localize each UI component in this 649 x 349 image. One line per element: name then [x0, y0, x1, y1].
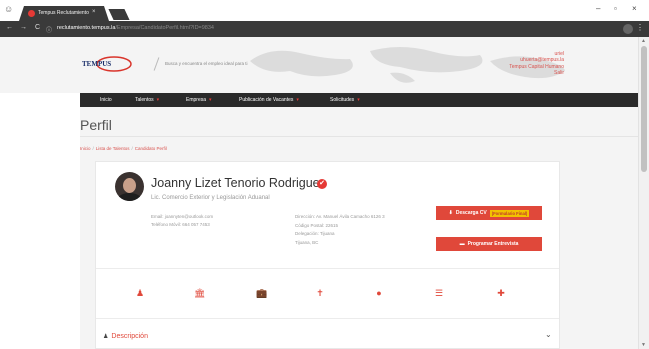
- schedule-interview-label: Programar Entrevista: [467, 241, 519, 247]
- reload-icon[interactable]: C: [35, 24, 40, 31]
- candidate-postal-code: Código Postal: 22615: [295, 222, 339, 228]
- site-info-icon[interactable]: ⓘ: [46, 25, 52, 34]
- main-nav: Inicio Talentos ▾ Empresa ▾ Publicación de…: [80, 93, 638, 107]
- scroll-up-icon[interactable]: ▲: [641, 38, 646, 44]
- download-icon: ⬇: [448, 210, 453, 216]
- nav-item-talentos[interactable]: Talentos ▾: [135, 97, 159, 103]
- page-title: Perfil: [80, 117, 112, 133]
- list-icon[interactable]: ☰: [434, 288, 444, 298]
- chevron-down-icon[interactable]: ⌄: [545, 330, 552, 339]
- download-cv-badge: (Formulario Final): [489, 209, 530, 217]
- scrollbar-thumb[interactable]: [641, 46, 647, 172]
- chevron-down-icon: ▾: [156, 97, 160, 103]
- url-field[interactable]: reclutamiento.tempus.la/Empresa/Candidat…: [57, 25, 214, 31]
- restore-button[interactable]: ▫: [614, 4, 617, 13]
- globe-icon[interactable]: ●: [374, 288, 384, 298]
- divider: [96, 268, 559, 269]
- person-icon: ♟: [103, 334, 109, 340]
- extension-icon[interactable]: [623, 24, 633, 34]
- nav-item-label: Solicitudes: [330, 97, 355, 103]
- browser-profile-icon[interactable]: ☺: [4, 5, 13, 14]
- breadcrumb-inicio[interactable]: Inicio: [80, 146, 91, 151]
- chevron-down-icon: ▾: [357, 97, 360, 103]
- briefcase-icon[interactable]: 💼: [256, 288, 267, 298]
- user-info: uriel uhuerta@tempus.la Tempus Capital H…: [509, 51, 564, 77]
- candidate-degree: Lic. Comercio Exterior y Legislación Adu…: [151, 195, 270, 201]
- url-path: /Empresa/CandidatoPerfil.html?ID=9834: [115, 25, 214, 31]
- breadcrumb-separator: /: [92, 146, 94, 151]
- nav-item-publicacion-vacantes[interactable]: Publicación de Vacantes ▾: [239, 97, 299, 103]
- divider: [80, 136, 638, 137]
- header-tagline: Busca y encuentra el empleo ideal para t…: [165, 61, 248, 66]
- calendar-icon: ▬: [459, 241, 465, 247]
- avatar: [115, 172, 144, 201]
- schedule-interview-button[interactable]: ▬ Programar Entrevista: [436, 237, 542, 251]
- nav-item-label: Talentos: [135, 97, 154, 103]
- description-section-header[interactable]: ♟ Descripción: [103, 333, 148, 340]
- description-label: Descripción: [111, 333, 148, 340]
- plus-icon[interactable]: ✚: [496, 288, 506, 298]
- breadcrumb-lista-talentos[interactable]: Lista de Talentos: [96, 146, 130, 151]
- tab-close-icon[interactable]: ×: [92, 9, 96, 15]
- back-icon[interactable]: ←: [6, 24, 13, 31]
- candidate-email: Email: joannyten@outlook.com: [151, 214, 214, 219]
- candidate-city: Tijuana, BC: [295, 239, 319, 245]
- candidate-phone: Teléfono Móvil: 664 057 7453: [151, 222, 210, 227]
- nav-item-label: Publicación de Vacantes: [239, 97, 294, 103]
- browser-menu-icon[interactable]: ⋮: [636, 23, 644, 32]
- chevron-down-icon: ▾: [209, 97, 212, 103]
- nav-item-inicio[interactable]: Inicio: [100, 97, 112, 103]
- chevron-down-icon: ▾: [296, 97, 299, 103]
- browser-tab[interactable]: Tempus Reclutamiento ×: [19, 6, 109, 21]
- logout-link[interactable]: Salir: [509, 70, 564, 76]
- candidate-delegation: Delegación: Tijuana: [295, 231, 335, 237]
- download-cv-button[interactable]: ⬇ Descarga CV (Formulario Final): [436, 206, 542, 220]
- header-divider: [153, 57, 160, 71]
- breadcrumb: Inicio / Lista de Talentos / Candidato Perfi…: [80, 146, 167, 151]
- nav-item-label: Empresa: [186, 97, 207, 103]
- nav-item-empresa[interactable]: Empresa ▾: [186, 97, 212, 103]
- logo-text: TEMPUS: [82, 60, 112, 68]
- address-info: Dirección: Av. Manuel Ávila Camacho 6126…: [295, 213, 385, 247]
- verified-icon: ✔: [317, 179, 327, 189]
- site-header: TEMPUS Busca y encuentra el empleo ideal…: [0, 37, 638, 93]
- download-cv-label: Descarga CV: [455, 210, 487, 216]
- browser-tab-strip: ☺ Tempus Reclutamiento × – ▫ ×: [0, 0, 649, 21]
- figure-icon[interactable]: ✝: [315, 288, 325, 298]
- breadcrumb-current: Candidato Perfil: [134, 146, 167, 151]
- person-icon[interactable]: ♟: [135, 288, 145, 298]
- nav-item-label: Inicio: [100, 97, 112, 103]
- tab-title: Tempus Reclutamiento: [38, 10, 89, 16]
- tempus-logo[interactable]: TEMPUS: [82, 55, 134, 72]
- minimize-button[interactable]: –: [596, 4, 600, 13]
- page-scrollbar[interactable]: ▲ ▼: [638, 37, 649, 349]
- tab-favicon-icon: [28, 10, 35, 17]
- institution-icon[interactable]: 🏛: [194, 288, 205, 298]
- url-host: reclutamiento.tempus.la: [57, 25, 116, 31]
- window-close-button[interactable]: ×: [632, 4, 637, 13]
- address-bar: ← → C ⓘ reclutamiento.tempus.la/Empresa/…: [0, 21, 649, 37]
- candidate-address: Dirección: Av. Manuel Ávila Camacho 6126…: [295, 214, 385, 219]
- avatar-shoulders: [118, 193, 141, 201]
- candidate-name: Joanny Lizet Tenorio Rodriguez: [151, 176, 326, 190]
- scroll-down-icon[interactable]: ▼: [641, 342, 646, 348]
- contact-info: Email: joannyten@outlook.com Teléfono Mó…: [151, 213, 213, 229]
- breadcrumb-separator: /: [131, 146, 133, 151]
- forward-icon[interactable]: →: [20, 24, 27, 31]
- avatar-face: [123, 178, 136, 193]
- nav-item-solicitudes[interactable]: Solicitudes ▾: [330, 97, 360, 103]
- divider: [96, 318, 559, 319]
- new-tab-button[interactable]: [108, 9, 130, 20]
